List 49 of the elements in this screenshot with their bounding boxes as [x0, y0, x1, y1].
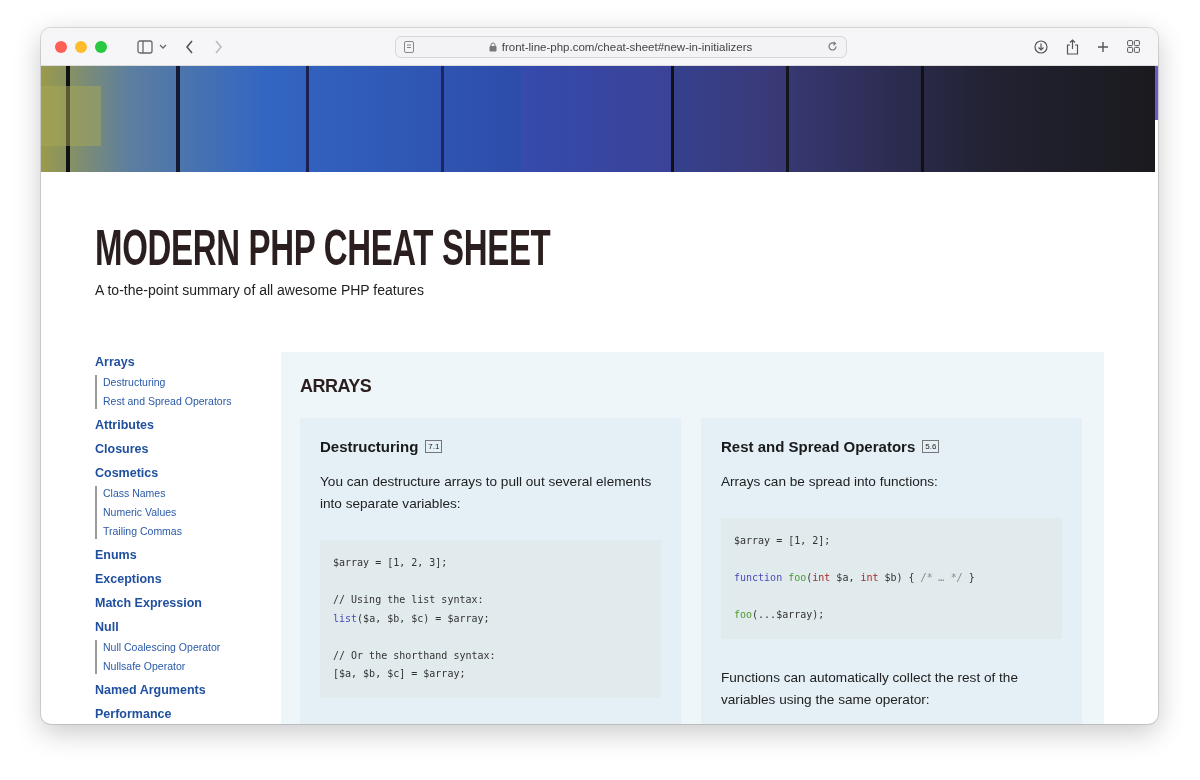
download-icon[interactable] [1034, 39, 1048, 54]
card-paragraph: You can destructure arrays to pull out several elements into separate variables: [320, 473, 653, 513]
sidebar-link[interactable]: Enums [95, 547, 137, 563]
version-tag: 5.6 [922, 440, 940, 453]
url-text: front-line-php.com/cheat-sheet#new-in-initializers [501, 40, 753, 53]
page-icon [404, 40, 414, 53]
tab-overview-icon[interactable] [1127, 40, 1140, 53]
sidebar-sublink[interactable]: Class Names [103, 486, 166, 501]
card-paragraph: Functions can automatically collect the rest of the variables using the same operator: [721, 668, 1019, 709]
page-title: MODERN PHP CHEAT SHEET [95, 220, 551, 276]
sidebar-link[interactable]: Closures [95, 441, 149, 457]
sidebar-sublink[interactable]: Numeric Values [103, 505, 177, 520]
card-title: Destructuring [320, 438, 419, 455]
sidebar-link[interactable]: Null [95, 619, 119, 635]
sidebar-link[interactable]: Attributes [95, 417, 155, 433]
page-subtitle: A to-the-point summary of all awesome PHP features [95, 282, 425, 298]
version-tag: 7.1 [425, 440, 443, 453]
sidebar-sublink[interactable]: Trailing Commas [103, 524, 182, 539]
card-title: Rest and Spread Operators [721, 438, 916, 455]
code-line: $array = [1, 2]; [734, 534, 831, 548]
section-heading: ARRAYS [300, 375, 372, 398]
sidebar-link[interactable]: Performance [95, 706, 172, 722]
sidebar-link[interactable]: Cosmetics [95, 465, 159, 481]
sidebar-sublink[interactable]: Nullsafe Operator [103, 659, 186, 674]
sidebar-sublink[interactable]: Rest and Spread Operators [103, 394, 232, 409]
scrollbar[interactable] [1155, 66, 1158, 120]
sidebar-sublink[interactable]: Destructuring [103, 375, 166, 390]
sidebar-link[interactable]: Named Arguments [95, 682, 206, 698]
sidebar-sublink[interactable]: Null Coalescing Operator [103, 640, 221, 655]
back-icon[interactable] [185, 39, 195, 54]
code-line: $array = [1, 2, 3]; [333, 556, 448, 570]
code-line: // Using the list syntax: [333, 593, 484, 607]
code-line: foo(...$array); [734, 608, 825, 622]
chevron-down-icon[interactable] [159, 43, 167, 50]
sidebar-icon[interactable] [137, 39, 153, 54]
sidebar-link[interactable]: Match Expression [95, 595, 202, 611]
reload-icon[interactable] [827, 41, 838, 52]
sidebar-link[interactable]: Exceptions [95, 571, 162, 587]
new-tab-icon[interactable] [1097, 40, 1109, 53]
sidebar-link[interactable]: Arrays [95, 354, 135, 370]
code-line: function foo(int $a, int $b) { /* … */ } [734, 571, 975, 585]
close-button[interactable] [55, 40, 67, 53]
share-icon[interactable] [1066, 38, 1079, 55]
code-line: // Or the shorthand syntax: [333, 648, 496, 663]
lock-icon [488, 41, 497, 52]
code-line: [$a, $b, $c] = $array; [333, 667, 466, 681]
card-paragraph: Arrays can be spread into functions: [721, 473, 939, 491]
address-bar[interactable]: front-line-php.com/cheat-sheet#new-in-initializers [395, 35, 847, 58]
code-line: list($a, $b, $c) = $array; [333, 611, 490, 626]
